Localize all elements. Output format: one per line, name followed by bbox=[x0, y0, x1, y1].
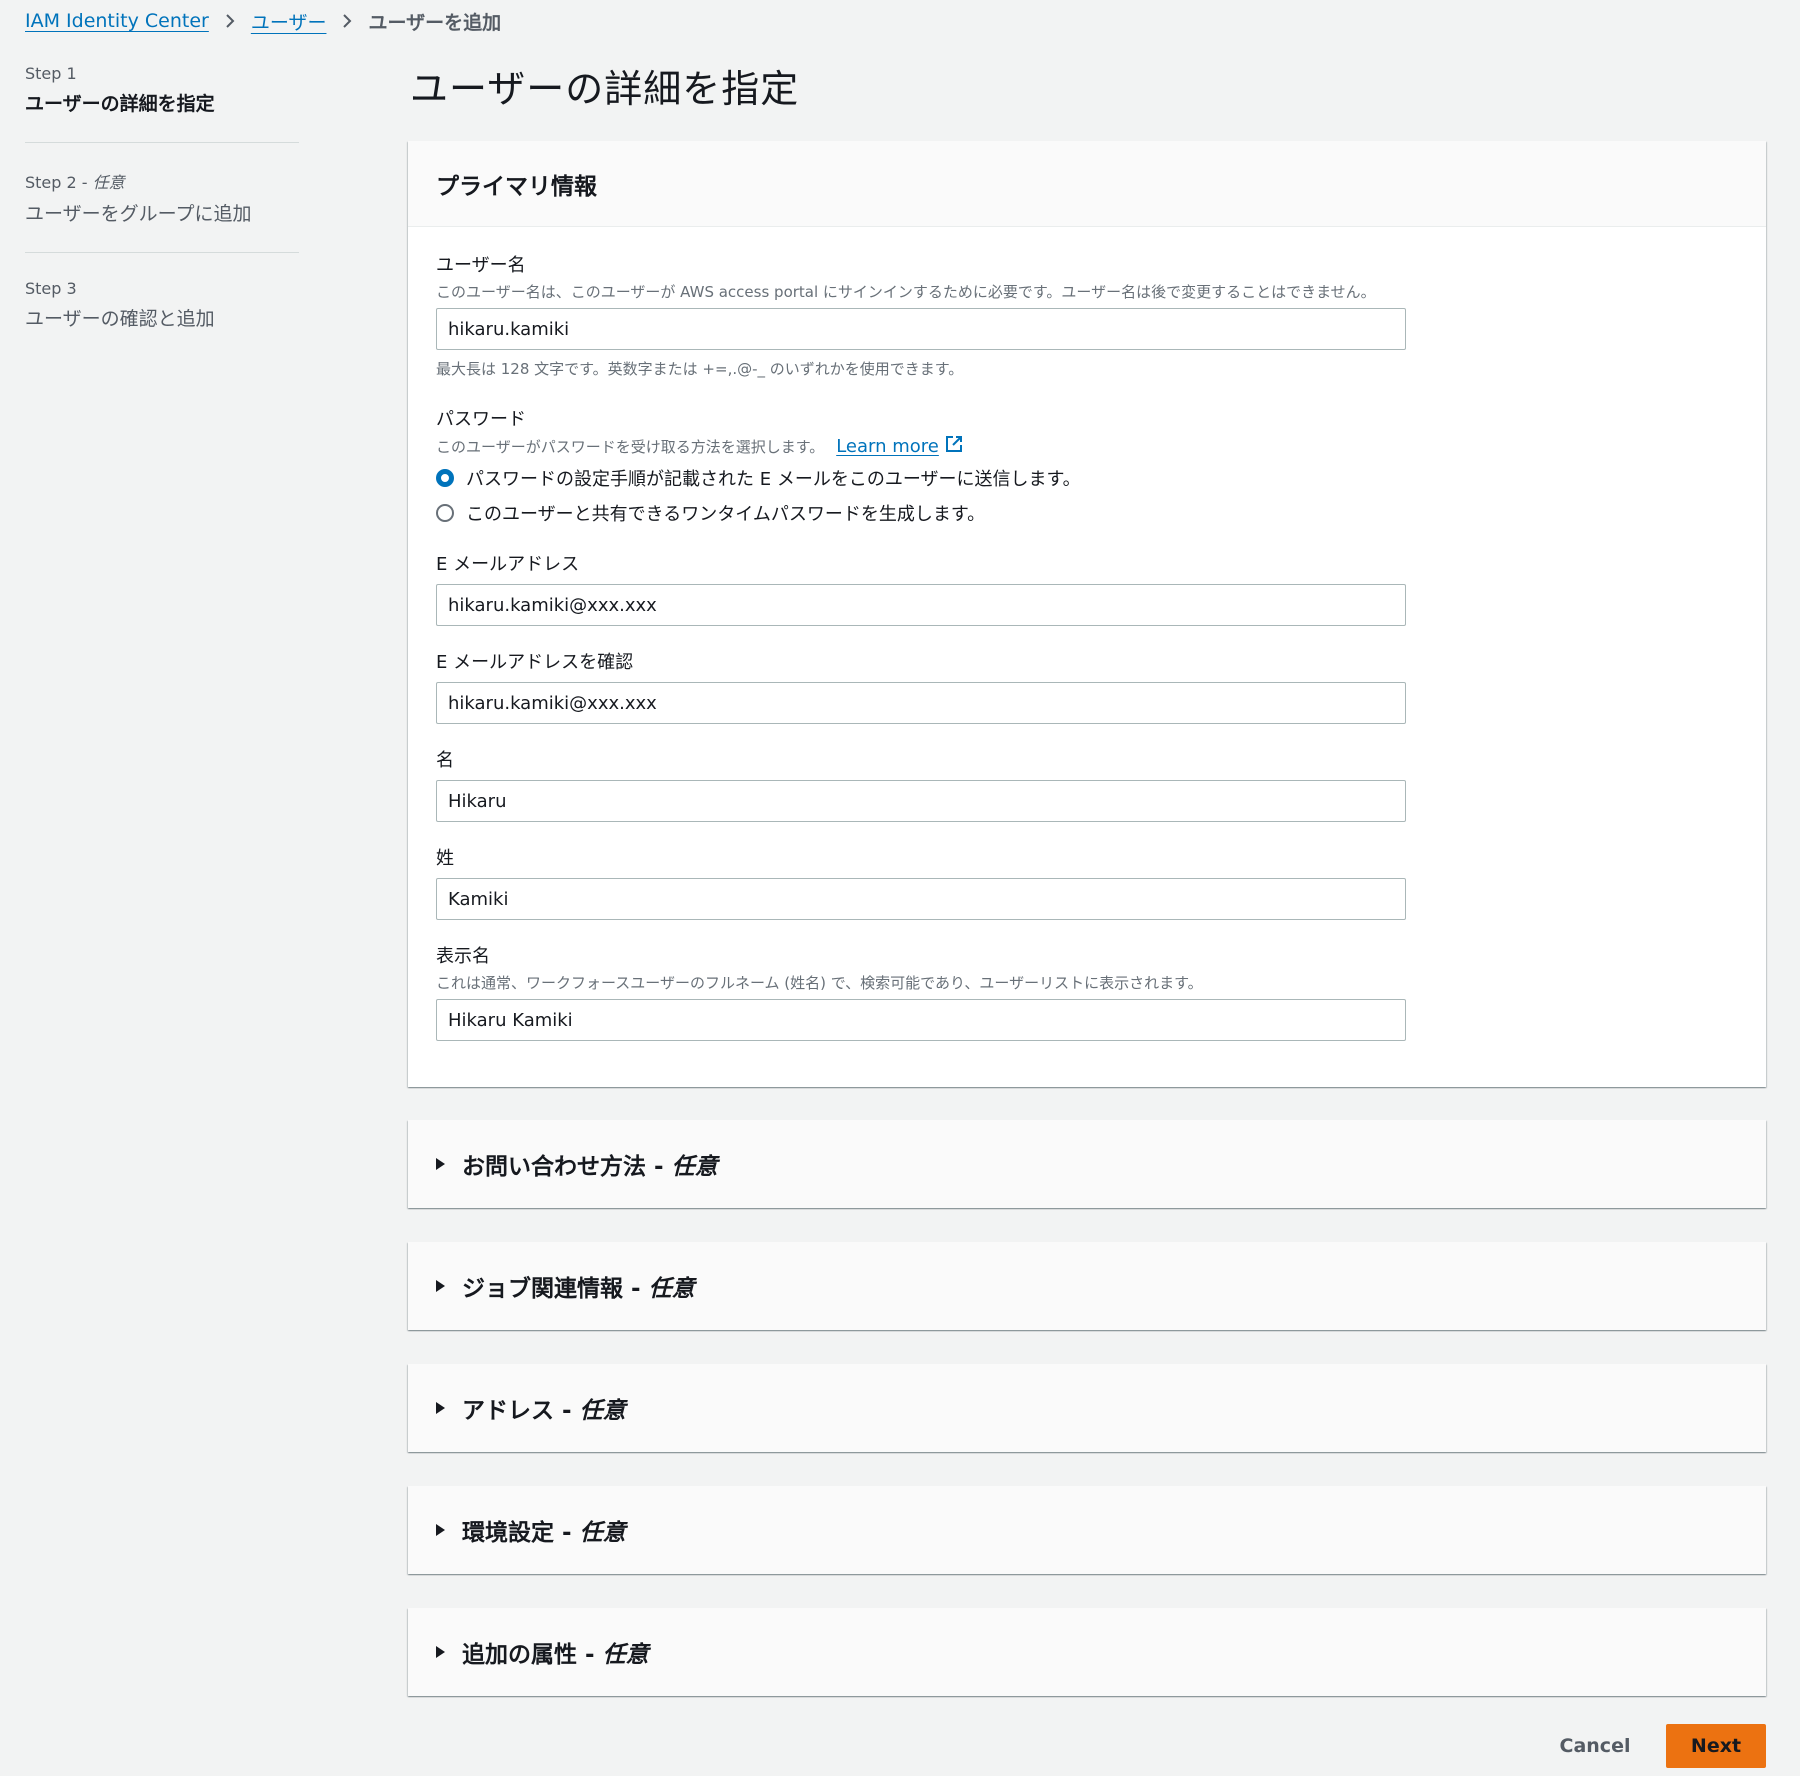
learn-more-link[interactable]: Learn more bbox=[836, 435, 963, 458]
section-preferences[interactable]: 環境設定 - 任意 bbox=[408, 1486, 1766, 1574]
password-description: このユーザーがパスワードを受け取る方法を選択します。 bbox=[436, 438, 825, 456]
breadcrumb: IAM Identity Center ユーザー ユーザーを追加 bbox=[25, 6, 501, 36]
section-contact-methods[interactable]: お問い合わせ方法 - 任意 bbox=[408, 1120, 1766, 1208]
display-name-input[interactable] bbox=[436, 999, 1406, 1041]
cancel-button[interactable]: Cancel bbox=[1540, 1724, 1650, 1768]
display-name-field-group: 表示名 これは通常、ワークフォースユーザーのフルネーム (姓名) で、検索可能で… bbox=[436, 942, 1738, 1041]
step-number: Step 1 bbox=[25, 64, 77, 83]
radio-label: パスワードの設定手順が記載された E メールをこのユーザーに送信します。 bbox=[466, 468, 1081, 490]
password-field-group: パスワード このユーザーがパスワードを受け取る方法を選択します。 Learn m… bbox=[436, 405, 1738, 530]
step-number: Step 3 bbox=[25, 279, 77, 298]
step-2[interactable]: Step 2 - 任意 ユーザーをグループに追加 bbox=[25, 143, 299, 253]
breadcrumb-current: ユーザーを追加 bbox=[368, 11, 502, 34]
section-job-info[interactable]: ジョブ関連情報 - 任意 bbox=[408, 1242, 1766, 1330]
email-label: E メールアドレス bbox=[436, 554, 580, 575]
last-name-label: 姓 bbox=[436, 848, 454, 869]
section-title: 追加の属性 - 任意 bbox=[462, 1642, 649, 1668]
caret-right-icon bbox=[436, 1158, 445, 1170]
last-name-input[interactable] bbox=[436, 878, 1406, 920]
step-title: ユーザーの確認と追加 bbox=[25, 308, 215, 330]
password-label: パスワード bbox=[436, 409, 526, 430]
username-description: このユーザー名は、このユーザーが AWS access portal にサインイ… bbox=[436, 283, 1376, 301]
caret-right-icon bbox=[436, 1280, 445, 1292]
display-name-label: 表示名 bbox=[436, 946, 490, 967]
breadcrumb-iam-identity-center[interactable]: IAM Identity Center bbox=[25, 10, 209, 32]
chevron-right-icon bbox=[225, 13, 235, 29]
username-constraint: 最大長は 128 文字です。英数字または +=,.@-_ のいずれかを使用できま… bbox=[436, 360, 964, 378]
step-title: ユーザーをグループに追加 bbox=[25, 203, 252, 225]
panel-title: プライマリ情報 bbox=[436, 173, 597, 200]
primary-info-panel: プライマリ情報 ユーザー名 このユーザー名は、このユーザーが AWS acces… bbox=[408, 141, 1766, 1087]
step-title: ユーザーの詳細を指定 bbox=[25, 93, 215, 115]
password-option-one-time[interactable]: このユーザーと共有できるワンタイムパスワードを生成します。 bbox=[436, 495, 1738, 530]
section-address[interactable]: アドレス - 任意 bbox=[408, 1364, 1766, 1452]
caret-right-icon bbox=[436, 1402, 445, 1414]
chevron-right-icon bbox=[342, 13, 352, 29]
display-name-description: これは通常、ワークフォースユーザーのフルネーム (姓名) で、検索可能であり、ユ… bbox=[436, 974, 1203, 992]
step-number: Step 2 - 任意 bbox=[25, 173, 125, 192]
next-button[interactable]: Next bbox=[1666, 1724, 1766, 1768]
section-title: 環境設定 - 任意 bbox=[462, 1520, 626, 1546]
password-option-email[interactable]: パスワードの設定手順が記載された E メールをこのユーザーに送信します。 bbox=[436, 460, 1738, 495]
step-3[interactable]: Step 3 ユーザーの確認と追加 bbox=[25, 253, 299, 357]
panel-header: プライマリ情報 bbox=[408, 141, 1766, 227]
section-title: お問い合わせ方法 - 任意 bbox=[462, 1154, 718, 1180]
section-title: アドレス - 任意 bbox=[462, 1398, 626, 1424]
email-confirm-label: E メールアドレスを確認 bbox=[436, 652, 634, 673]
email-input[interactable] bbox=[436, 584, 1406, 626]
step-1: Step 1 ユーザーの詳細を指定 bbox=[25, 60, 299, 143]
external-link-icon bbox=[939, 435, 963, 458]
first-name-field-group: 名 bbox=[436, 746, 1738, 822]
caret-right-icon bbox=[436, 1646, 445, 1658]
panel-body: ユーザー名 このユーザー名は、このユーザーが AWS access portal… bbox=[408, 227, 1766, 1041]
caret-right-icon bbox=[436, 1524, 445, 1536]
email-confirm-input[interactable] bbox=[436, 682, 1406, 724]
username-field-group: ユーザー名 このユーザー名は、このユーザーが AWS access portal… bbox=[436, 251, 1738, 379]
password-description-row: このユーザーがパスワードを受け取る方法を選択します。 Learn more bbox=[436, 435, 1738, 458]
last-name-field-group: 姓 bbox=[436, 844, 1738, 920]
email-field-group: E メールアドレス bbox=[436, 550, 1738, 626]
email-confirm-field-group: E メールアドレスを確認 bbox=[436, 648, 1738, 724]
section-title: ジョブ関連情報 - 任意 bbox=[462, 1276, 695, 1302]
first-name-input[interactable] bbox=[436, 780, 1406, 822]
username-label: ユーザー名 bbox=[436, 255, 526, 276]
page-title: ユーザーの詳細を指定 bbox=[410, 67, 800, 111]
section-additional-attributes[interactable]: 追加の属性 - 任意 bbox=[408, 1608, 1766, 1696]
radio-selected-icon[interactable] bbox=[436, 468, 454, 487]
wizard-steps: Step 1 ユーザーの詳細を指定 Step 2 - 任意 ユーザーをグループに… bbox=[25, 60, 299, 357]
username-input[interactable] bbox=[436, 308, 1406, 350]
learn-more-label: Learn more bbox=[836, 436, 939, 457]
first-name-label: 名 bbox=[436, 750, 454, 771]
radio-label: このユーザーと共有できるワンタイムパスワードを生成します。 bbox=[466, 503, 986, 525]
breadcrumb-users[interactable]: ユーザー bbox=[251, 8, 327, 35]
radio-unselected-icon[interactable] bbox=[436, 503, 454, 522]
